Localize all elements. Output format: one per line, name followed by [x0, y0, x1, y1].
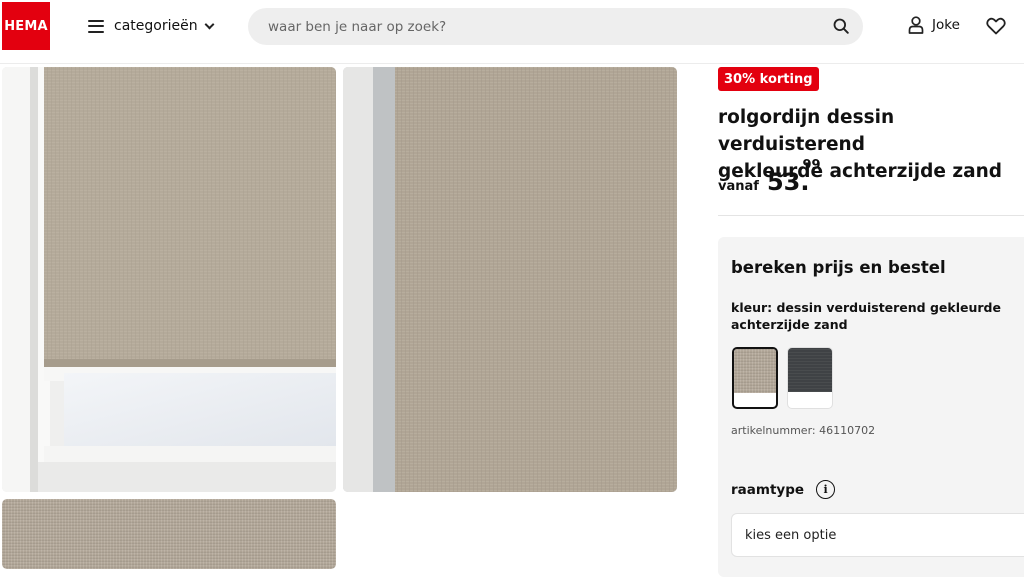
- swatch-fabric: [788, 348, 832, 392]
- heart-icon[interactable]: [986, 17, 1006, 35]
- categories-label: categorieën: [114, 18, 198, 34]
- price-configurator-panel: bereken prijs en bestel kleur: dessin ve…: [718, 237, 1024, 577]
- search-input[interactable]: [268, 18, 808, 35]
- color-swatch-antraciet[interactable]: [787, 347, 833, 409]
- search-bar: [248, 8, 863, 45]
- hema-logo[interactable]: HEMA: [2, 2, 50, 50]
- product-image-fabric[interactable]: [343, 67, 677, 492]
- user-icon: [908, 16, 924, 34]
- product-image-texture[interactable]: [2, 499, 336, 569]
- site-header: HEMA categorieën Joke: [0, 0, 1024, 64]
- info-icon[interactable]: i: [816, 480, 836, 499]
- color-label: kleur: dessin verduisterend gekleurde ac…: [731, 300, 1001, 332]
- roller-blind-window-illustration: [2, 67, 336, 492]
- color-swatch-zand[interactable]: [732, 347, 778, 409]
- categories-menu-button[interactable]: categorieën: [88, 14, 215, 38]
- article-number: artikelnummer: 46110702: [731, 424, 876, 437]
- roller-blind-fabric-illustration: [343, 67, 677, 492]
- swatch-fabric: [734, 349, 776, 393]
- price-prefix: vanaf: [718, 179, 759, 194]
- window-type-row: raamtype i: [731, 480, 836, 499]
- configurator-heading: bereken prijs en bestel: [731, 258, 946, 277]
- price: vanaf 53.99: [718, 158, 821, 196]
- discount-badge: 30% korting: [718, 67, 819, 91]
- window-type-select[interactable]: kies een optie: [731, 513, 1024, 557]
- divider: [718, 215, 1024, 216]
- window-type-label: raamtype: [731, 481, 805, 498]
- price-cents: 99: [802, 158, 821, 173]
- account-button[interactable]: Joke: [908, 16, 960, 34]
- hamburger-icon: [88, 19, 104, 33]
- search-icon[interactable]: [833, 18, 849, 34]
- window-type-placeholder: kies een optie: [745, 527, 837, 543]
- user-name: Joke: [932, 17, 960, 33]
- chevron-down-icon: [204, 19, 215, 29]
- product-image-window[interactable]: [2, 67, 336, 492]
